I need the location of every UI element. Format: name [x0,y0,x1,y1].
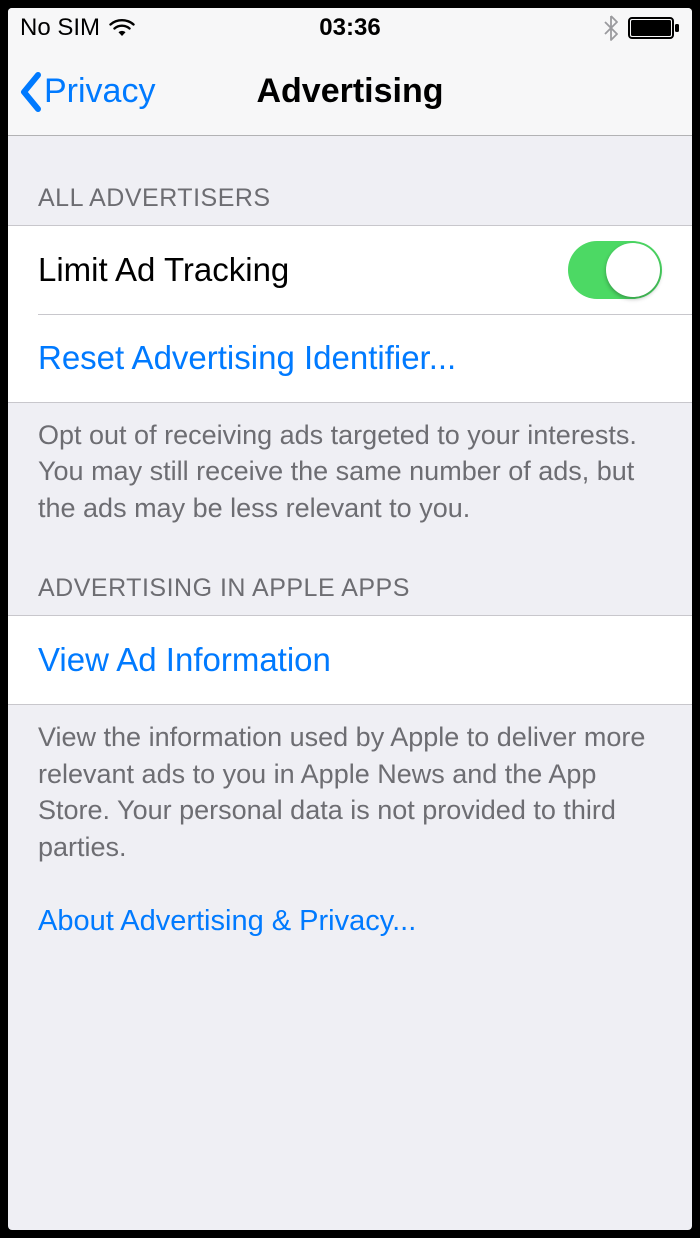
limit-ad-tracking-row: Limit Ad Tracking [8,226,692,314]
page-title: Advertising [256,72,443,111]
view-ad-information-row[interactable]: View Ad Information [8,616,692,704]
view-ad-information-label: View Ad Information [38,641,662,679]
limit-ad-tracking-label: Limit Ad Tracking [38,251,568,289]
clock: 03:36 [319,14,380,42]
reset-advertising-identifier-label: Reset Advertising Identifier... [38,339,662,377]
about-advertising-privacy-link[interactable]: About Advertising & Privacy... [8,865,692,938]
battery-icon [628,17,680,39]
back-label: Privacy [44,72,155,111]
wifi-icon [108,18,136,38]
nav-bar: Privacy Advertising [8,48,692,136]
section-header-apple-apps: ADVERTISING IN APPLE APPS [8,526,692,615]
chevron-left-icon [18,71,42,113]
limit-ad-tracking-switch[interactable] [568,241,662,299]
section-header-advertisers: ALL ADVERTISERS [8,136,692,225]
content-scroll[interactable]: ALL ADVERTISERS Limit Ad Tracking Reset … [8,136,692,1230]
group-advertisers: Limit Ad Tracking Reset Advertising Iden… [8,225,692,403]
status-bar: No SIM 03:36 [8,8,692,48]
switch-knob [606,243,660,297]
reset-advertising-identifier-row[interactable]: Reset Advertising Identifier... [8,314,692,402]
bluetooth-icon [604,15,618,41]
section-footer-apple-apps: View the information used by Apple to de… [8,705,692,865]
carrier-label: No SIM [20,14,100,42]
group-apple-apps: View Ad Information [8,615,692,705]
section-footer-advertisers: Opt out of receiving ads targeted to you… [8,403,692,526]
back-button[interactable]: Privacy [18,71,155,113]
